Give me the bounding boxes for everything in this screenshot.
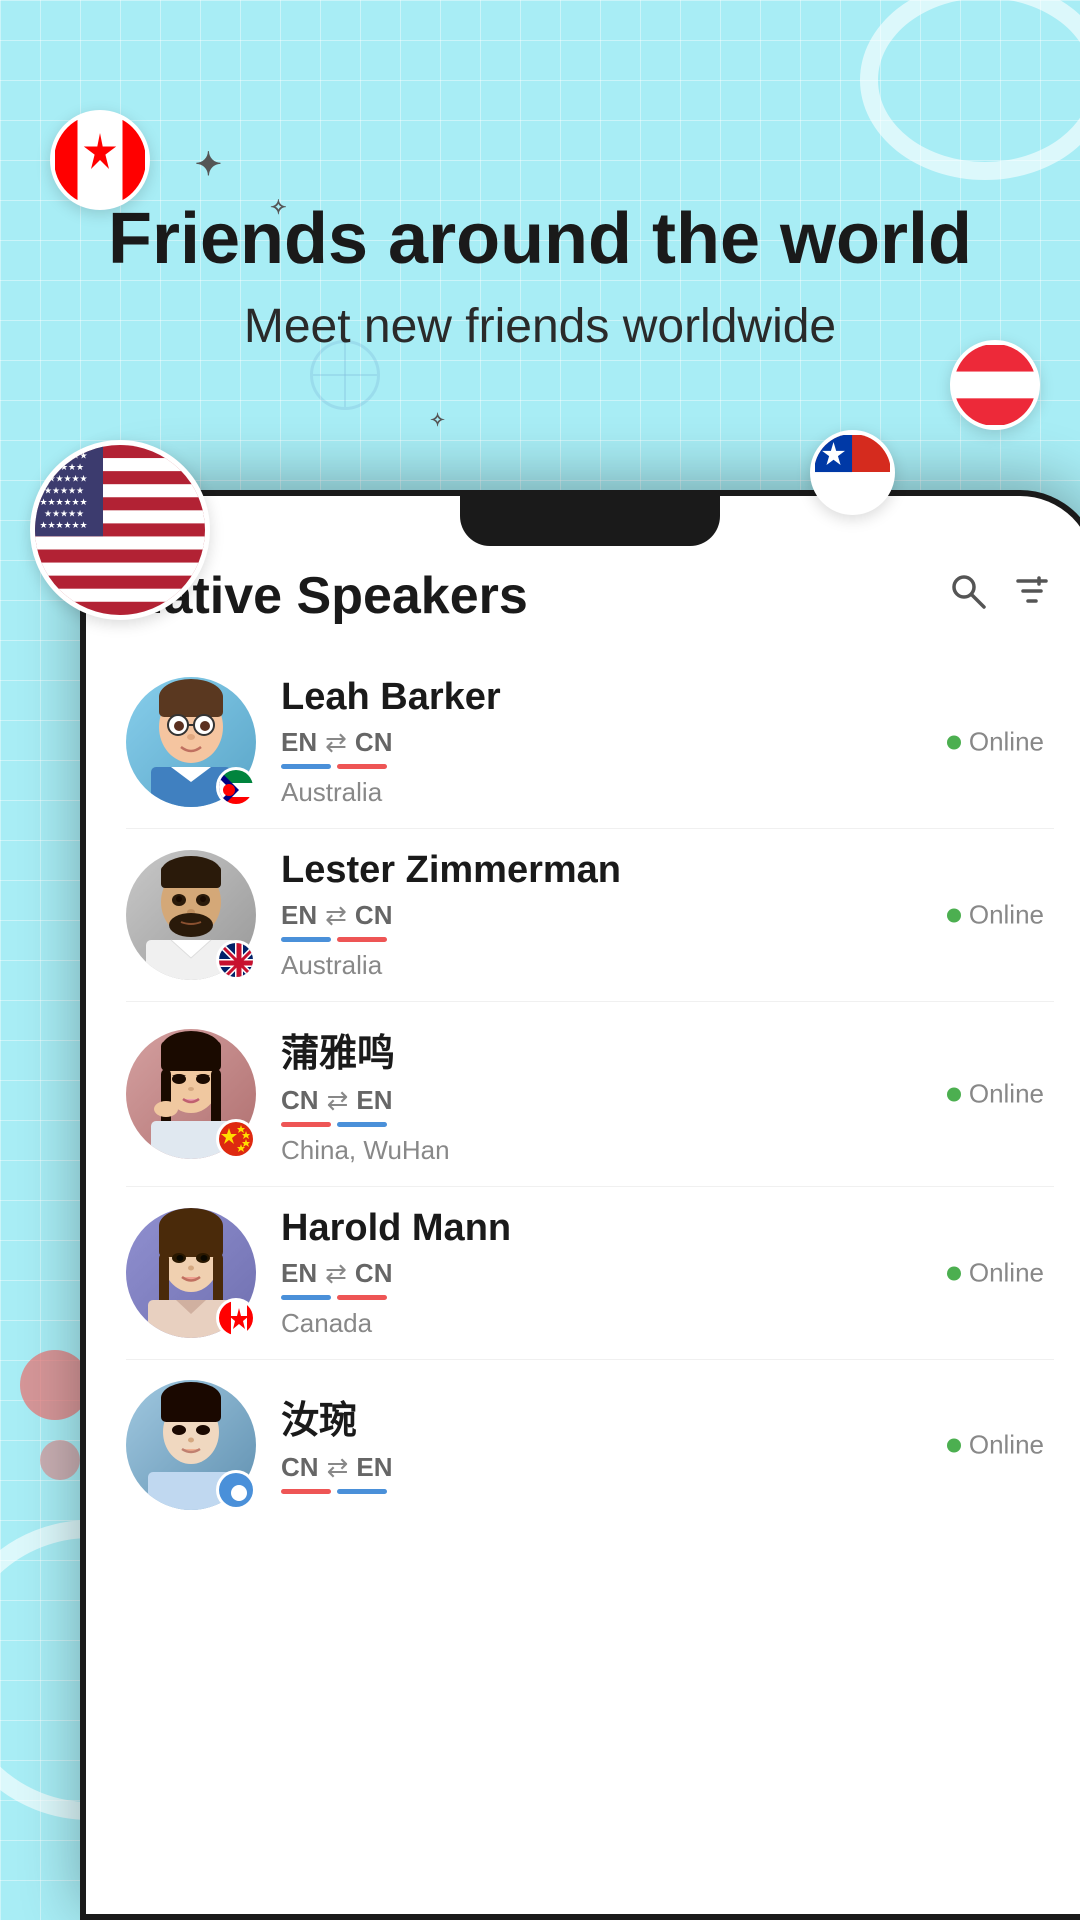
lang-to: CN xyxy=(355,727,393,758)
svg-text:★★★★★: ★★★★★ xyxy=(44,509,84,519)
user-flag xyxy=(216,1119,256,1159)
online-dot xyxy=(947,1266,961,1280)
user-name: 蒲雅鸣 xyxy=(281,1022,1054,1077)
lang-bar-cn xyxy=(281,1122,331,1127)
svg-text:★★★★★: ★★★★★ xyxy=(44,485,84,495)
lang-arrow: ⇄ xyxy=(325,727,347,758)
user-location: Canada xyxy=(281,1308,1054,1339)
lang-to: EN xyxy=(356,1085,392,1116)
online-dot xyxy=(947,908,961,922)
main-subtitle: Meet new friends worldwide xyxy=(0,299,1080,354)
status-text: Online xyxy=(969,1258,1044,1289)
user-location: China, WuHan xyxy=(281,1135,1054,1166)
lang-bar-en xyxy=(281,764,331,769)
user-langs: EN ⇄ CN xyxy=(281,900,1054,931)
avatar-container xyxy=(126,1029,256,1159)
deco-circle-2 xyxy=(40,1440,80,1480)
user-info: 蒲雅鸣 CN ⇄ EN China, WuHan xyxy=(281,1022,1054,1166)
lang-bar-en xyxy=(337,1489,387,1494)
user-name: Lester Zimmerman xyxy=(281,849,1054,892)
lang-to: CN xyxy=(355,900,393,931)
main-title: Friends around the world xyxy=(0,200,1080,279)
phone-header: Native Speakers xyxy=(126,566,1054,626)
lang-bar-en xyxy=(281,1295,331,1300)
status-text: Online xyxy=(969,1079,1044,1110)
online-status: Online xyxy=(947,727,1044,758)
online-status: Online xyxy=(947,900,1044,931)
phone-screen: Native Speakers xyxy=(86,496,1080,1914)
phone-content: Native Speakers xyxy=(86,496,1080,1914)
user-langs: EN ⇄ CN xyxy=(281,727,1054,758)
phone-mockup: Native Speakers xyxy=(80,490,1080,1920)
lang-from: EN xyxy=(281,727,317,758)
user-flag xyxy=(216,1298,256,1338)
chile-flag-circle xyxy=(810,430,895,515)
svg-text:★★★★★★: ★★★★★★ xyxy=(39,520,87,530)
status-text: Online xyxy=(969,900,1044,931)
user-info: Lester Zimmerman EN ⇄ CN Australia xyxy=(281,849,1054,981)
lang-bar-cn xyxy=(337,764,387,769)
lang-from: CN xyxy=(281,1085,319,1116)
lang-to: CN xyxy=(355,1258,393,1289)
user-name: 汝琬 xyxy=(281,1389,1054,1444)
lang-arrow: ⇄ xyxy=(327,1452,349,1483)
lang-bar-cn xyxy=(337,937,387,942)
user-name: Leah Barker xyxy=(281,676,1054,719)
user-langs: CN ⇄ EN xyxy=(281,1452,1054,1483)
status-text: Online xyxy=(969,1430,1044,1461)
lang-to: EN xyxy=(356,1452,392,1483)
online-dot xyxy=(947,1438,961,1452)
user-langs: EN ⇄ CN xyxy=(281,1258,1054,1289)
lang-from: CN xyxy=(281,1452,319,1483)
user-info: Harold Mann EN ⇄ CN Canada xyxy=(281,1207,1054,1339)
user-info: 汝琬 CN ⇄ EN xyxy=(281,1389,1054,1502)
austria-flag-circle xyxy=(950,340,1040,430)
online-status: Online xyxy=(947,1079,1044,1110)
svg-text:★★★★★★: ★★★★★★ xyxy=(39,497,87,507)
user-flag xyxy=(216,1470,256,1510)
status-text: Online xyxy=(969,727,1044,758)
user-info: Leah Barker EN ⇄ CN Australia xyxy=(281,676,1054,808)
online-status: Online xyxy=(947,1430,1044,1461)
lang-arrow: ⇄ xyxy=(327,1085,349,1116)
lang-bar-en xyxy=(337,1122,387,1127)
header-actions xyxy=(946,569,1054,623)
avatar-container xyxy=(126,677,256,807)
avatar-container xyxy=(126,850,256,980)
search-icon[interactable] xyxy=(946,569,990,623)
filter-icon[interactable] xyxy=(1010,569,1054,623)
avatar-container xyxy=(126,1208,256,1338)
list-item[interactable]: 蒲雅鸣 CN ⇄ EN China, WuHan xyxy=(126,1002,1054,1187)
lang-bar-cn xyxy=(281,1489,331,1494)
list-item[interactable]: Lester Zimmerman EN ⇄ CN Australia xyxy=(126,829,1054,1002)
lang-from: EN xyxy=(281,1258,317,1289)
user-list: Leah Barker EN ⇄ CN Australia xyxy=(126,656,1054,1530)
sparkle-icon-1: ✦ xyxy=(195,145,222,183)
sparkle-icon-4: ✧ xyxy=(430,410,445,431)
user-location: Australia xyxy=(281,777,1054,808)
user-name: Harold Mann xyxy=(281,1207,1054,1250)
lang-bar-en xyxy=(281,937,331,942)
list-item[interactable]: 汝琬 CN ⇄ EN Online xyxy=(126,1360,1054,1530)
lang-arrow: ⇄ xyxy=(325,900,347,931)
user-location: Australia xyxy=(281,950,1054,981)
lang-from: EN xyxy=(281,900,317,931)
list-item[interactable]: Harold Mann EN ⇄ CN Canada xyxy=(126,1187,1054,1360)
avatar-container xyxy=(126,1380,256,1510)
canada-flag-circle xyxy=(50,110,150,210)
wave-decoration-top xyxy=(860,0,1080,180)
user-flag xyxy=(216,940,256,980)
usa-flag-circle: ★★★★★★ ★★★★★ ★★★★★★ ★★★★★ ★★★★★★ ★★★★★ ★… xyxy=(30,440,210,620)
lang-arrow: ⇄ xyxy=(325,1258,347,1289)
user-langs: CN ⇄ EN xyxy=(281,1085,1054,1116)
user-flag xyxy=(216,767,256,807)
list-item[interactable]: Leah Barker EN ⇄ CN Australia xyxy=(126,656,1054,829)
header: Friends around the world Meet new friend… xyxy=(0,200,1080,354)
online-dot xyxy=(947,1087,961,1101)
online-status: Online xyxy=(947,1258,1044,1289)
online-dot xyxy=(947,735,961,749)
lang-bar-cn xyxy=(337,1295,387,1300)
phone-notch xyxy=(460,496,720,546)
